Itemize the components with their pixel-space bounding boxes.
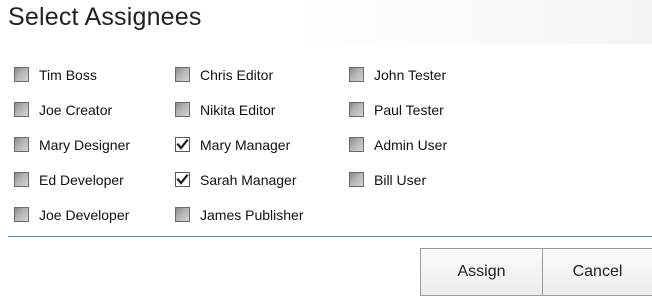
assignee-label: Mary Designer <box>39 136 131 153</box>
assignee-label: Joe Developer <box>39 206 130 223</box>
select-assignees-dialog: Select Assignees Tim Boss Chris Editor J… <box>0 0 652 297</box>
assignee-option-nikita-editor[interactable]: Nikita Editor <box>175 92 349 127</box>
assignee-label: Chris Editor <box>200 66 274 83</box>
assignee-option-paul-tester[interactable]: Paul Tester <box>349 92 509 127</box>
assignee-checkbox[interactable] <box>14 67 29 82</box>
assignee-label: Paul Tester <box>374 101 444 118</box>
assignee-checkbox[interactable] <box>175 207 190 222</box>
assignee-option-mary-designer[interactable]: Mary Designer <box>14 127 175 162</box>
assignee-checkbox[interactable] <box>175 102 190 117</box>
assignee-label: Nikita Editor <box>200 101 276 118</box>
assignee-label: Ed Developer <box>39 171 124 188</box>
assignee-label: Bill User <box>374 171 427 188</box>
assignee-option-chris-editor[interactable]: Chris Editor <box>175 57 349 92</box>
checkmark-icon <box>176 138 189 150</box>
dialog-header: Select Assignees <box>0 0 652 44</box>
dialog-title: Select Assignees <box>8 3 202 31</box>
assign-button[interactable]: Assign <box>420 248 542 296</box>
assignee-checkbox-checked[interactable] <box>175 172 190 187</box>
assignee-label: Admin User <box>374 136 448 153</box>
checkmark-icon <box>176 173 189 185</box>
assignee-checkbox[interactable] <box>349 102 364 117</box>
assignee-option-mary-manager[interactable]: Mary Manager <box>175 127 349 162</box>
assignee-checkbox[interactable] <box>349 67 364 82</box>
assignee-label: John Tester <box>374 66 447 83</box>
assignee-label: Mary Manager <box>200 136 291 153</box>
assignee-checkbox[interactable] <box>175 67 190 82</box>
assignee-label: Tim Boss <box>39 66 97 83</box>
assignee-list: Tim Boss Chris Editor John Tester Joe Cr… <box>14 57 509 232</box>
assignee-label: James Publisher <box>200 206 304 223</box>
cancel-button[interactable]: Cancel <box>542 248 652 296</box>
divider <box>8 236 652 237</box>
assignee-option-james-publisher[interactable]: James Publisher <box>175 197 349 232</box>
assignee-option-bill-user[interactable]: Bill User <box>349 162 509 197</box>
assignee-checkbox[interactable] <box>14 102 29 117</box>
assignee-option-joe-creator[interactable]: Joe Creator <box>14 92 175 127</box>
assignee-label: Joe Creator <box>39 101 113 118</box>
assignee-option-tim-boss[interactable]: Tim Boss <box>14 57 175 92</box>
assignee-option-joe-developer[interactable]: Joe Developer <box>14 197 175 232</box>
assignee-checkbox[interactable] <box>14 137 29 152</box>
assignee-checkbox[interactable] <box>14 207 29 222</box>
assignee-checkbox[interactable] <box>349 137 364 152</box>
assignee-checkbox[interactable] <box>349 172 364 187</box>
assignee-checkbox[interactable] <box>14 172 29 187</box>
assignee-label: Sarah Manager <box>200 171 297 188</box>
assignee-option-admin-user[interactable]: Admin User <box>349 127 509 162</box>
assignee-option-ed-developer[interactable]: Ed Developer <box>14 162 175 197</box>
assignee-checkbox-checked[interactable] <box>175 137 190 152</box>
assignee-option-john-tester[interactable]: John Tester <box>349 57 509 92</box>
assignee-option-sarah-manager[interactable]: Sarah Manager <box>175 162 349 197</box>
